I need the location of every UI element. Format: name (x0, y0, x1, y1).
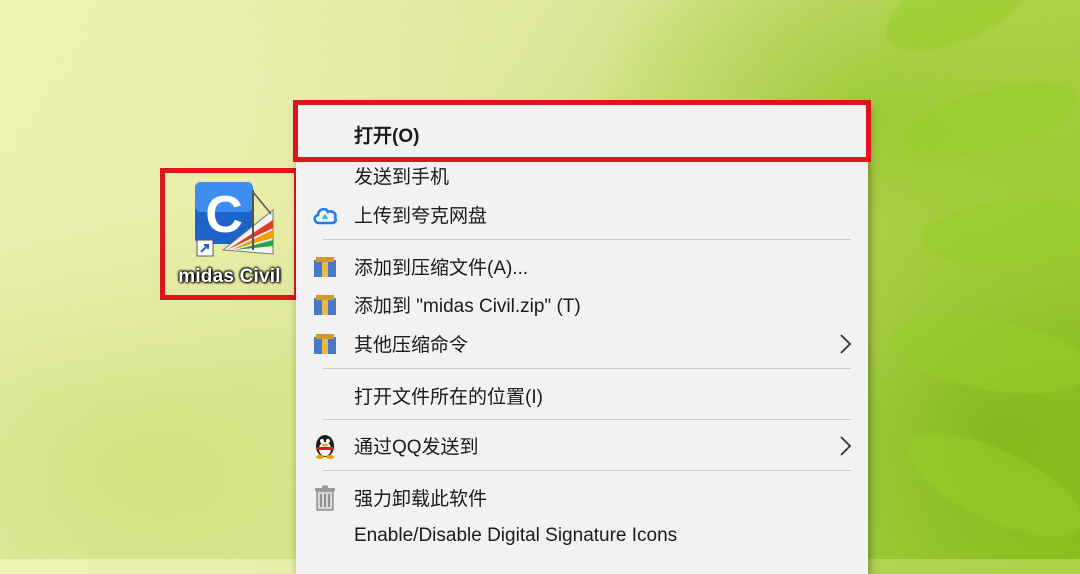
archive-icon (312, 254, 338, 280)
archive-icon (312, 331, 338, 357)
menu-separator (323, 368, 851, 369)
menu-item-label: 上传到夸克网盘 (354, 205, 488, 227)
desktop-icon-label: midas Civil (178, 266, 281, 287)
menu-item-add-to-zip[interactable]: 添加到 "midas Civil.zip" (T) (296, 285, 868, 323)
menu-separator (323, 470, 851, 471)
qq-penguin-icon (312, 433, 338, 459)
menu-item-label: 打开文件所在的位置(I) (354, 386, 543, 408)
context-menu: 打开(O) 发送到手机 上传到夸克网盘 添加到压缩文件(A)... 添加到 "m… (296, 104, 868, 574)
chevron-right-icon (840, 436, 852, 456)
background-leaf (885, 303, 1080, 407)
menu-item-label: 发送到手机 (354, 166, 450, 188)
menu-item-upload-quark[interactable]: 上传到夸克网盘 (296, 195, 868, 233)
menu-item-label: 其他压缩命令 (354, 334, 469, 356)
menu-item-other-compress[interactable]: 其他压缩命令 (296, 324, 868, 362)
menu-item-label: 添加到压缩文件(A)... (354, 257, 529, 279)
menu-item-label: 强力卸载此软件 (354, 488, 488, 510)
chevron-right-icon (840, 334, 852, 354)
svg-text:C: C (205, 186, 243, 244)
menu-item-label: 通过QQ发送到 (354, 436, 479, 458)
trash-icon (312, 485, 338, 511)
midas-civil-app-icon: C (195, 182, 274, 257)
archive-icon (312, 292, 338, 318)
cloud-icon (312, 202, 338, 228)
background-leaf (894, 413, 1080, 557)
open-highlight-box (293, 100, 871, 162)
menu-item-send-via-qq[interactable]: 通过QQ发送到 (296, 426, 868, 464)
menu-item-digital-signature-icons[interactable]: Enable/Disable Digital Signature Icons (296, 517, 868, 555)
menu-item-open-file-location[interactable]: 打开文件所在的位置(I) (296, 376, 868, 414)
background-leaf (917, 191, 1080, 274)
menu-item-force-uninstall[interactable]: 强力卸载此软件 (296, 478, 868, 516)
background-leaf (872, 0, 1048, 71)
menu-item-add-to-archive[interactable]: 添加到压缩文件(A)... (296, 247, 868, 285)
menu-separator (323, 419, 851, 420)
menu-separator (323, 239, 851, 240)
background-leaf (895, 67, 1080, 173)
menu-item-label: Enable/Disable Digital Signature Icons (354, 525, 678, 546)
desktop-shortcut-midas-civil[interactable]: C midas Civil (162, 170, 297, 298)
menu-item-label: 添加到 "midas Civil.zip" (T) (354, 295, 581, 317)
